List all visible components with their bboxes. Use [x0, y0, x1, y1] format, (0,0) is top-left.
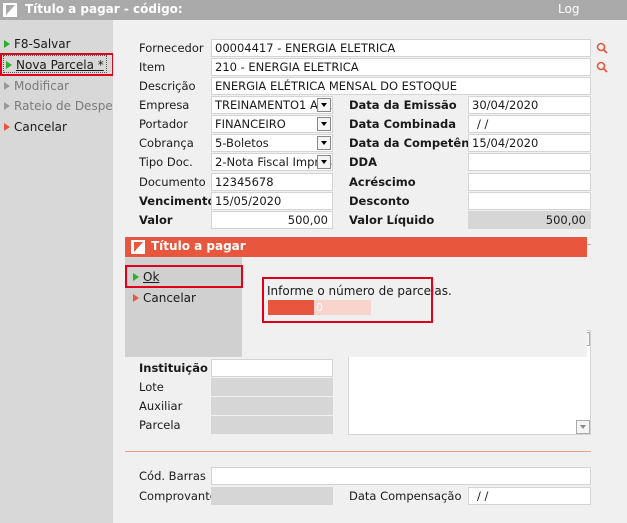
highlight-box-nova-parcela	[0, 53, 114, 76]
instituicao-field[interactable]	[211, 359, 333, 377]
cod-barras-label: Cód. Barras	[139, 469, 206, 483]
log-button[interactable]: Log	[558, 2, 579, 16]
fornecedor-field[interactable]: 00004417 - ENERGIA ELETRICA	[211, 39, 591, 57]
dialog-title: Título a pagar	[151, 239, 246, 253]
empresa-label: Empresa	[139, 98, 190, 112]
window-titlebar: Título a pagar - código: Log	[0, 0, 627, 20]
app-logo-icon	[3, 3, 17, 17]
portador-select[interactable]: FINANCEIRO	[211, 115, 333, 133]
comprovante-field	[211, 487, 333, 505]
search-icon[interactable]	[596, 61, 608, 73]
vencimento-field[interactable]: 15/05/2020	[211, 192, 333, 210]
app-logo-icon	[131, 240, 145, 254]
descricao-label: Descrição	[139, 79, 196, 93]
item-label: Item	[139, 60, 166, 74]
cod-barras-field[interactable]	[211, 467, 591, 485]
tipo-doc-label: Tipo Doc.	[139, 155, 193, 169]
portador-label: Portador	[139, 117, 188, 131]
chevron-down-icon[interactable]	[317, 98, 331, 112]
data-combinada-field[interactable]: / /	[468, 115, 591, 133]
section-divider	[125, 451, 591, 452]
search-icon[interactable]	[596, 42, 608, 54]
valor-label: Valor	[139, 213, 173, 227]
chevron-down-icon[interactable]	[317, 136, 331, 150]
fornecedor-label: Fornecedor	[139, 41, 204, 55]
sidebar-item-cancelar[interactable]: Cancelar	[4, 118, 67, 136]
comprovante-label: Comprovante	[139, 489, 217, 503]
cobranca-label: Cobrança	[139, 136, 194, 150]
parcela-label: Parcela	[139, 418, 181, 432]
documento-label: Documento	[139, 175, 206, 189]
auxiliar-label: Auxiliar	[139, 399, 183, 413]
play-icon	[4, 82, 10, 90]
cobranca-select[interactable]: 5-Boletos	[211, 134, 333, 152]
lote-label: Lote	[139, 380, 164, 394]
documento-field[interactable]: 12345678	[211, 173, 333, 191]
data-emissao-label: Data da Emissão	[349, 98, 457, 112]
dialog-header: Título a pagar	[125, 237, 587, 257]
data-emissao-field[interactable]: 30/04/2020	[468, 96, 591, 114]
dialog-cancel-button[interactable]: Cancelar	[133, 289, 196, 307]
play-icon	[4, 102, 10, 110]
highlight-box-input	[262, 277, 433, 323]
empresa-select[interactable]: TREINAMENTO1 APE	[211, 96, 333, 114]
item-field[interactable]: 210 - ENERGIA ELETRICA	[211, 58, 591, 76]
dda-label: DDA	[349, 155, 377, 169]
chevron-down-icon[interactable]	[317, 117, 331, 131]
highlight-box-ok	[125, 265, 243, 288]
desconto-label: Desconto	[349, 194, 410, 208]
dialog-cancel-label: Cancelar	[143, 291, 196, 305]
data-competencia-field[interactable]: 15/04/2020	[468, 134, 591, 152]
desconto-field[interactable]	[468, 192, 591, 210]
valor-liquido-label: Valor Líquido	[349, 213, 435, 227]
instituicao-label: Instituição	[139, 361, 208, 375]
tipo-doc-select[interactable]: 2-Nota Fiscal Impres	[211, 153, 333, 171]
descricao-field[interactable]: ENERGIA ELÉTRICA MENSAL DO ESTOQUE	[211, 77, 591, 95]
data-compensacao-label: Data Compensação	[349, 489, 462, 503]
play-icon	[133, 294, 139, 302]
lote-field	[211, 378, 333, 396]
acrescimo-field[interactable]	[468, 173, 591, 191]
data-combinada-label: Data Combinada	[349, 117, 457, 131]
play-icon	[4, 40, 10, 48]
scroll-down-icon[interactable]	[576, 420, 590, 434]
parcela-field	[211, 416, 333, 434]
chevron-down-icon[interactable]	[317, 155, 331, 169]
sidebar-item-modificar[interactable]: Modificar	[4, 77, 69, 95]
sidebar-item-label: Modificar	[14, 79, 70, 93]
data-compensacao-field[interactable]: / /	[468, 487, 591, 505]
sidebar-item-salvar[interactable]: F8-Salvar	[4, 35, 71, 53]
window-title: Título a pagar - código:	[25, 2, 183, 16]
valor-field[interactable]: 500,00	[211, 211, 333, 229]
dda-field[interactable]	[468, 153, 591, 171]
vencimento-label: Vencimento	[139, 194, 216, 208]
play-icon	[4, 123, 10, 131]
auxiliar-field	[211, 397, 333, 415]
sidebar-item-label: F8-Salvar	[14, 37, 71, 51]
sidebar-item-label: Cancelar	[14, 120, 67, 134]
valor-liquido-field: 500,00	[468, 211, 591, 229]
acrescimo-label: Acréscimo	[349, 175, 416, 189]
sidebar	[0, 20, 113, 523]
